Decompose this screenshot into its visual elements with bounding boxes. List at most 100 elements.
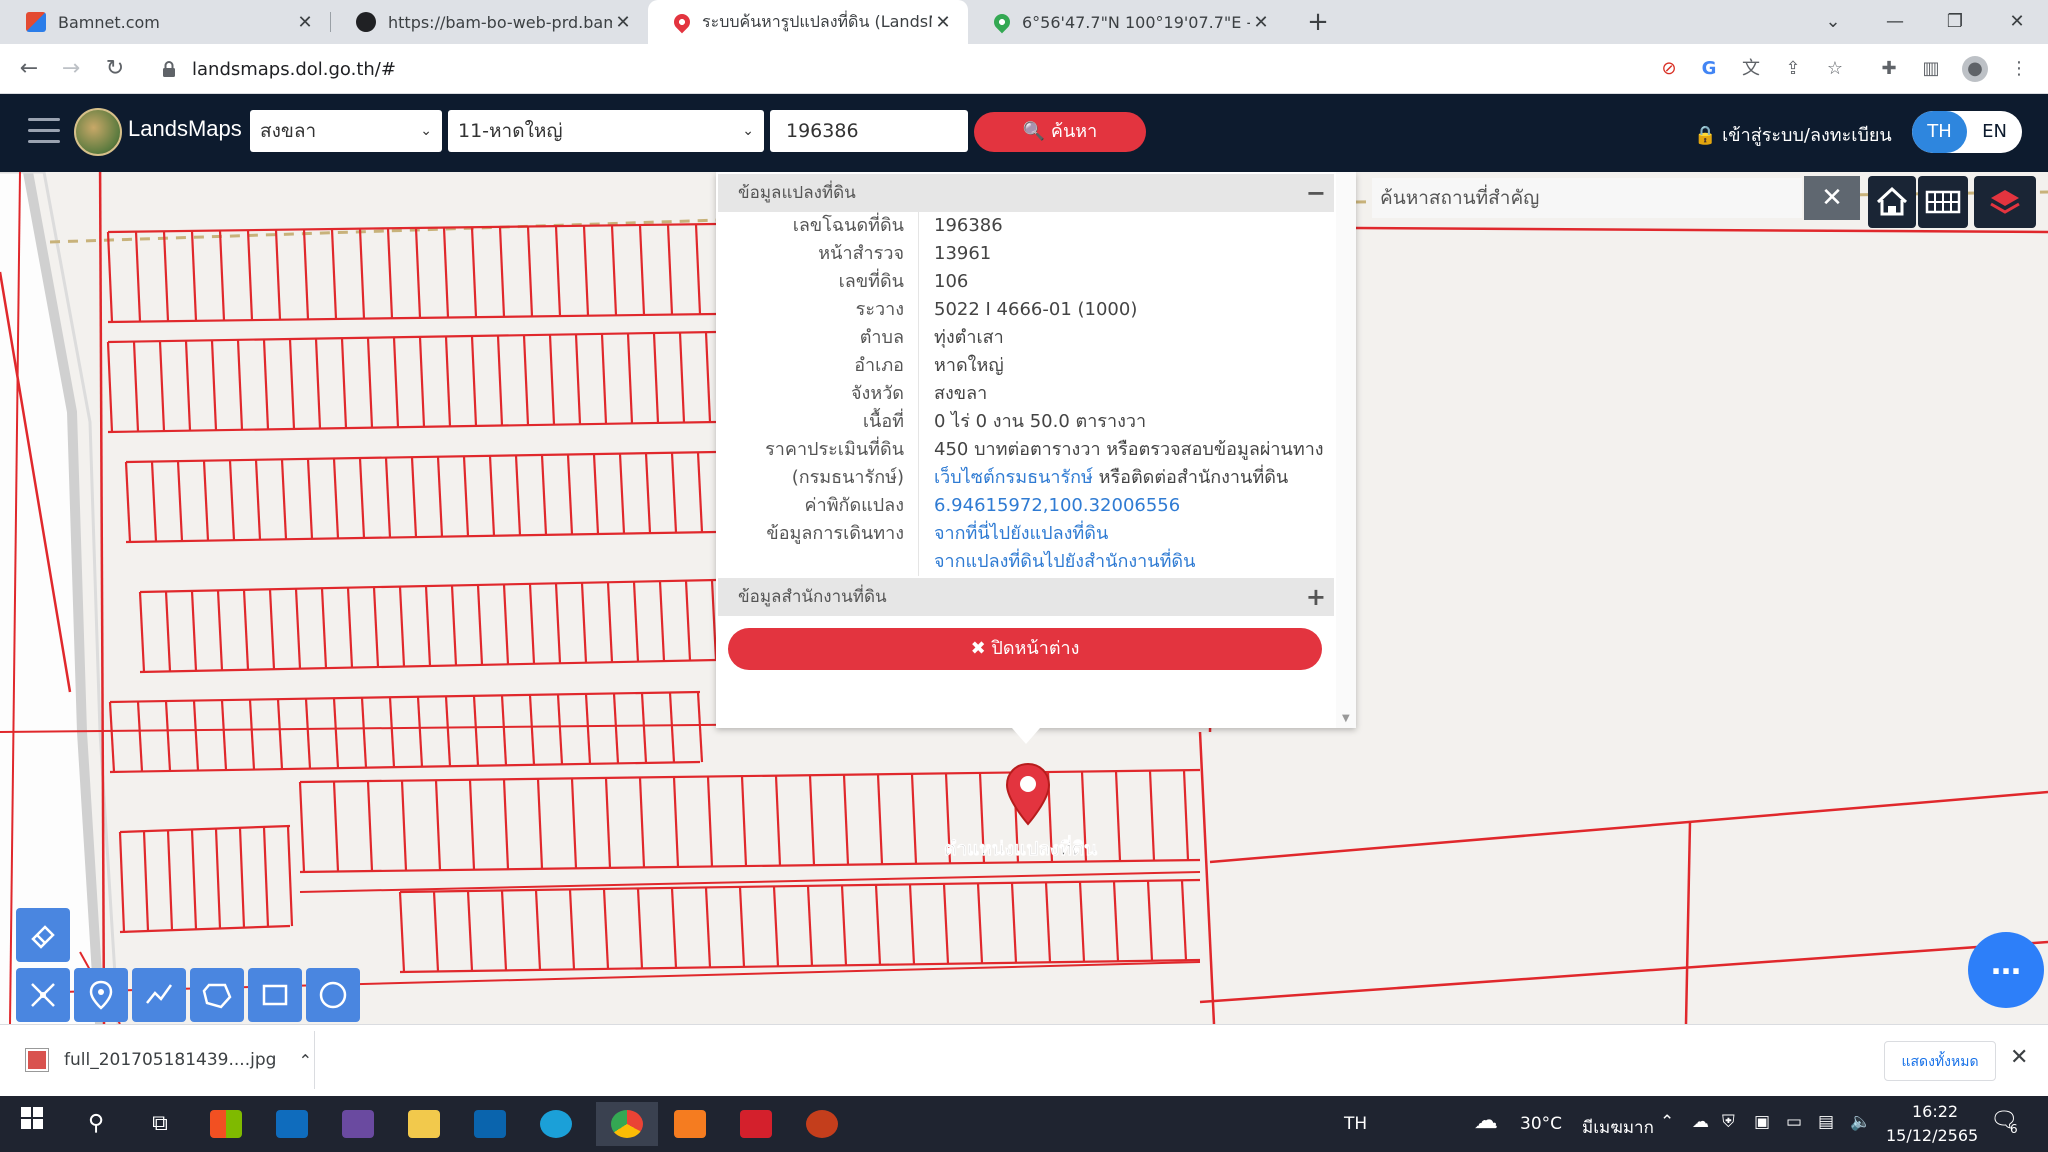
chevron-up-icon[interactable]: ⌃ xyxy=(299,1051,312,1070)
login-register-label: เข้าสู่ระบบ/ลงทะเบียน xyxy=(1722,125,1892,146)
network-icon[interactable]: ▤ xyxy=(1818,1112,1834,1132)
rectangle-tool-icon[interactable] xyxy=(248,968,302,1022)
coordinates-link[interactable]: 6.94615972,100.32006556 xyxy=(934,492,1180,520)
chrome-icon[interactable] xyxy=(596,1102,658,1146)
close-icon[interactable]: ✕ xyxy=(1250,12,1272,33)
parcel-info-title: ข้อมูลแปลงที่ดิน xyxy=(738,183,856,203)
app-tray-icon[interactable]: ▣ xyxy=(1754,1112,1770,1132)
directions-to-office-link[interactable]: จากแปลงที่ดินไปยังสำนักงานที่ดิน xyxy=(934,548,1195,576)
translate-icon[interactable]: 文 xyxy=(1738,56,1764,82)
collapse-minus-icon[interactable]: − xyxy=(1306,174,1326,212)
close-window-button[interactable]: ✖ ปิดหน้าต่าง xyxy=(728,628,1322,670)
parcel-info-popup: ข้อมูลแปลงที่ดิน − เลขโฉนดที่ดิน 196386 … xyxy=(716,172,1356,728)
onedrive-icon[interactable]: ☁ xyxy=(1692,1112,1709,1132)
side-panel-icon[interactable]: ▥ xyxy=(1918,56,1944,82)
home-app-icon[interactable] xyxy=(662,1102,718,1146)
address-bar[interactable]: landsmaps.dol.go.th/# xyxy=(150,51,1640,87)
login-register-link[interactable]: 🔒 เข้าสู่ระบบ/ลงทะเบียน xyxy=(1694,120,1892,149)
measure-tool-icon[interactable] xyxy=(16,968,70,1022)
store-icon[interactable] xyxy=(198,1102,254,1146)
close-icon[interactable]: ✕ xyxy=(294,12,316,33)
popup-scrollbar[interactable]: ▼ xyxy=(1336,172,1356,728)
restore-icon[interactable]: ❐ xyxy=(1930,0,1980,44)
google-icon[interactable]: G xyxy=(1696,56,1722,82)
window-close-icon[interactable]: ✕ xyxy=(1992,0,2042,44)
battery-icon[interactable]: ▭ xyxy=(1786,1112,1802,1132)
deed-number-input[interactable]: 196386 xyxy=(770,110,968,152)
clock-date[interactable]: 15/12/2565 xyxy=(1886,1126,1978,1145)
windows-start-icon[interactable] xyxy=(4,1102,60,1146)
lang-th-button[interactable]: TH xyxy=(1912,111,1967,153)
polyline-tool-icon[interactable] xyxy=(132,968,186,1022)
weather-desc[interactable]: มีเมฆมาก xyxy=(1582,1114,1654,1141)
task-view-icon[interactable]: ⧉ xyxy=(132,1102,188,1146)
browser-tab-bamnet[interactable]: Bamnet.com ✕ xyxy=(0,0,330,44)
lang-en-button[interactable]: EN xyxy=(1967,111,2022,153)
polygon-tool-icon[interactable] xyxy=(190,968,244,1022)
treasury-website-link[interactable]: เว็บไซต์กรมธนารักษ์ xyxy=(934,467,1093,488)
powerpoint-icon[interactable] xyxy=(794,1102,850,1146)
lock-icon: 🔒 xyxy=(1694,125,1717,146)
location-blocked-icon[interactable]: ⊘ xyxy=(1656,56,1682,82)
info-label: ระวาง xyxy=(855,299,904,320)
back-arrow-icon[interactable]: ← xyxy=(12,52,46,86)
eraser-tool-icon[interactable] xyxy=(16,908,70,962)
show-hidden-icons-chevron-icon[interactable]: ⌃ xyxy=(1660,1112,1674,1132)
chat-more-button[interactable]: … xyxy=(1968,932,2044,1008)
info-row-directions-office: จากแปลงที่ดินไปยังสำนักงานที่ดิน xyxy=(716,548,1336,576)
scroll-down-arrow-icon[interactable]: ▼ xyxy=(1342,713,1350,724)
expand-plus-icon[interactable]: + xyxy=(1306,578,1326,616)
close-download-bar-icon[interactable]: ✕ xyxy=(2010,1045,2028,1070)
minimize-icon[interactable]: — xyxy=(1870,0,1920,44)
pin-tool-icon[interactable] xyxy=(74,968,128,1022)
clear-search-icon[interactable]: ✕ xyxy=(1804,176,1860,220)
map-view[interactable]: ค้นหาสถานที่สำคัญ ✕ ข้อมูลแปลงที่ดิน − เ… xyxy=(0,172,2048,1024)
reload-icon[interactable]: ↻ xyxy=(98,52,132,86)
hamburger-menu-icon[interactable] xyxy=(28,118,60,144)
bookmark-star-icon[interactable]: ☆ xyxy=(1822,56,1848,82)
extensions-puzzle-icon[interactable]: ✚ xyxy=(1876,56,1902,82)
show-all-downloads-button[interactable]: แสดงทั้งหมด xyxy=(1884,1041,1996,1081)
close-x-icon: ✖ xyxy=(970,638,986,659)
more-menu-icon[interactable]: ⋮ xyxy=(2006,56,2032,82)
profile-avatar-icon[interactable]: ● xyxy=(1962,56,1988,82)
close-icon[interactable]: ✕ xyxy=(612,12,634,33)
land-office-header[interactable]: ข้อมูลสำนักงานที่ดิน + xyxy=(718,578,1334,616)
share-icon[interactable]: ⇪ xyxy=(1780,56,1806,82)
grid-icon[interactable] xyxy=(1918,176,1968,228)
clock-time[interactable]: 16:22 xyxy=(1912,1102,1958,1121)
place-search-input[interactable]: ค้นหาสถานที่สำคัญ xyxy=(1372,178,1802,218)
layers-icon[interactable] xyxy=(1974,176,2036,228)
download-item[interactable]: full_201705181439....jpg ⌃ xyxy=(25,1039,312,1081)
info-label: ค่าพิกัดแปลง xyxy=(804,495,904,516)
parcel-info-header[interactable]: ข้อมูลแปลงที่ดิน − xyxy=(718,174,1334,212)
tab-search-chevron-icon[interactable]: ⌄ xyxy=(1808,0,1858,44)
location-marker-icon[interactable] xyxy=(1004,762,1052,828)
outlook-icon[interactable] xyxy=(462,1102,518,1146)
edge-icon[interactable] xyxy=(528,1102,584,1146)
home-icon[interactable] xyxy=(1868,176,1916,228)
bbs-app-icon[interactable] xyxy=(330,1102,386,1146)
volume-icon[interactable]: 🔈 xyxy=(1850,1112,1871,1132)
mail-icon[interactable] xyxy=(264,1102,320,1146)
directions-to-parcel-link[interactable]: จากที่นี่ไปยังแปลงที่ดิน xyxy=(934,520,1108,548)
new-tab-plus-icon[interactable]: + xyxy=(1302,6,1334,38)
province-select[interactable]: สงขลา ⌄ xyxy=(250,110,442,152)
search-icon[interactable]: ⚲ xyxy=(68,1102,124,1146)
acrobat-icon[interactable] xyxy=(728,1102,784,1146)
info-row-subdistrict: ตำบล ทุ่งตำเสา xyxy=(716,324,1336,352)
deed-number-value: 196386 xyxy=(786,120,859,142)
cloud-icon: ☁ xyxy=(1474,1106,1498,1134)
browser-tab-bam-bo[interactable]: https://bam-bo-web-prd.bam.co ✕ xyxy=(330,0,648,44)
browser-tab-google-maps[interactable]: 6°56'47.7"N 100°19'07.7"E - Goo ✕ xyxy=(968,0,1286,44)
input-language[interactable]: TH xyxy=(1344,1114,1367,1134)
district-select[interactable]: 11-หาดใหญ่ ⌄ xyxy=(448,110,764,152)
circle-tool-icon[interactable] xyxy=(306,968,360,1022)
search-button[interactable]: 🔍 ค้นหา xyxy=(974,112,1146,152)
file-explorer-icon[interactable] xyxy=(396,1102,452,1146)
forward-arrow-icon[interactable]: → xyxy=(54,52,88,86)
browser-tab-landsmaps[interactable]: ระบบค้นหารูปแปลงที่ดิน (LandsMaps) ✕ xyxy=(648,0,968,44)
weather-temp[interactable]: 30°C xyxy=(1520,1114,1562,1134)
close-icon[interactable]: ✕ xyxy=(932,12,954,33)
security-icon[interactable]: ⛨ xyxy=(1722,1112,1735,1132)
